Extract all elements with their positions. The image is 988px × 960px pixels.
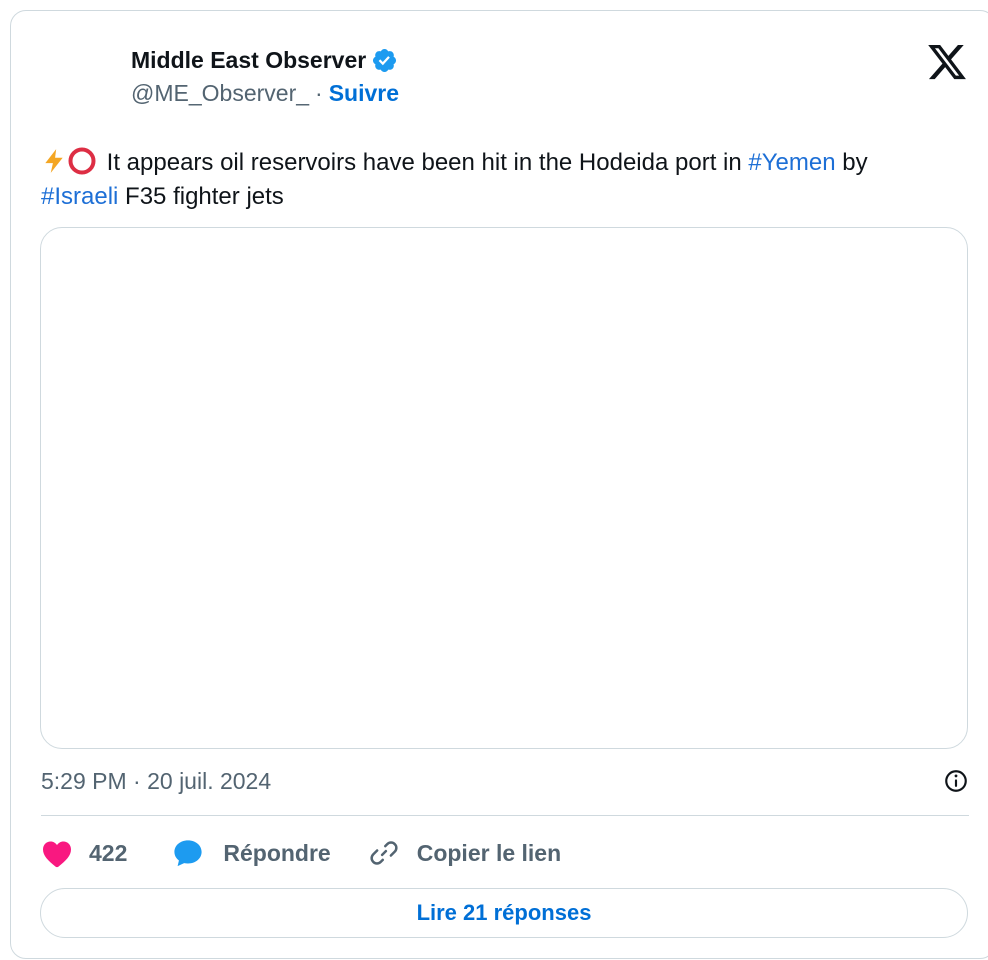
copy-link-label: Copier le lien	[416, 839, 562, 866]
like-button[interactable]: 422	[41, 838, 127, 868]
tweet-media-placeholder[interactable]	[40, 227, 968, 749]
handle-separator: ·	[315, 80, 323, 106]
reply-bubble-icon	[174, 840, 202, 867]
tweet-meta-row: 5:29 PM · 20 juil. 2024	[41, 763, 969, 799]
heart-icon	[43, 841, 71, 868]
follow-link[interactable]: Suivre	[329, 80, 399, 107]
tweet-text-part-1: It appears oil reservoirs have been hit …	[100, 149, 749, 176]
reply-label: Répondre	[223, 839, 331, 866]
link-icon	[370, 841, 398, 865]
hashtag-yemen-link[interactable]: #Yemen	[748, 149, 835, 176]
actions-divider	[41, 815, 969, 816]
author-name-row: Middle East Observer	[131, 43, 399, 77]
author-handle[interactable]: @ME_Observer_	[131, 80, 309, 107]
author-handle-row: @ME_Observer_ · Suivre	[131, 80, 399, 107]
tweet-text: It appears oil reservoirs have been hit …	[41, 146, 971, 214]
reply-button[interactable]: Répondre	[171, 837, 331, 869]
author-display-name[interactable]: Middle East Observer	[131, 47, 366, 74]
hashtag-israeli-link[interactable]: #Israeli	[41, 183, 118, 210]
tweet-card: Middle East Observer @ME_Observer_ · Sui…	[10, 10, 988, 959]
copy-link-button[interactable]: Copier le lien	[369, 838, 561, 868]
tweet-text-part-3: F35 fighter jets	[118, 183, 284, 210]
tweet-text-part-2: by	[835, 149, 868, 176]
info-icon[interactable]	[943, 768, 969, 794]
like-count: 422	[89, 839, 128, 866]
read-replies-button[interactable]: Lire 21 réponses	[40, 888, 968, 938]
verified-badge-icon	[373, 48, 397, 72]
tweet-timestamp[interactable]: 5:29 PM · 20 juil. 2024	[41, 768, 271, 795]
high-voltage-emoji-icon	[45, 149, 63, 173]
tweet-header: Middle East Observer @ME_Observer_ · Sui…	[131, 43, 399, 113]
red-circle-emoji-icon	[68, 147, 96, 175]
x-logo-icon[interactable]	[926, 41, 968, 83]
tweet-actions-bar: 422 Répondre Copier le lien	[41, 833, 561, 873]
